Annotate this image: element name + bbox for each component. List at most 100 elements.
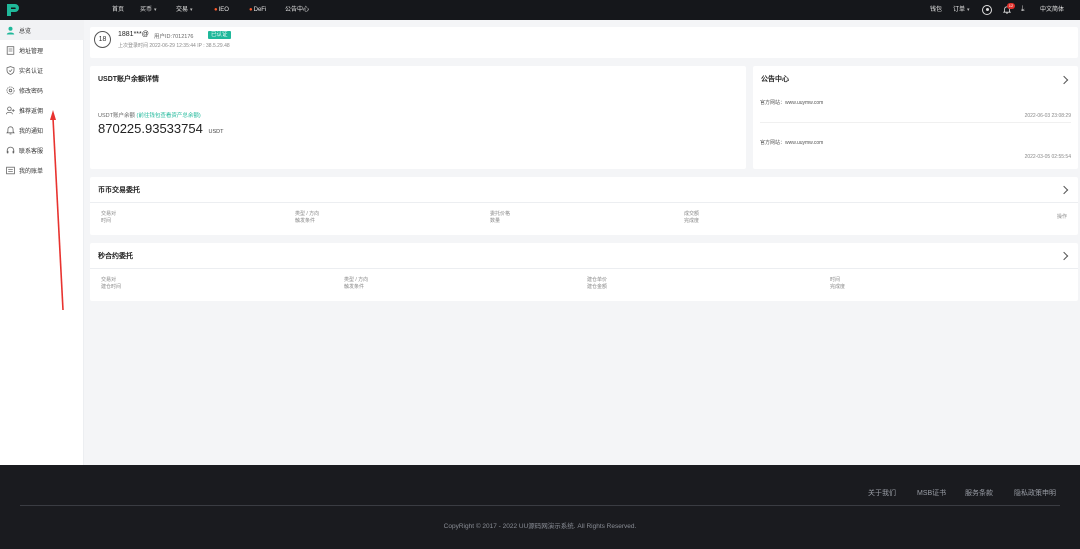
- sidebar-item-support[interactable]: 联系客服: [0, 140, 84, 160]
- divider: [90, 268, 1078, 269]
- sidebar-item-label: 联系客服: [19, 148, 44, 155]
- sidebar-item-notifications[interactable]: 我的通知: [0, 120, 84, 140]
- column-header-top: 交易对: [101, 277, 117, 283]
- headset-icon: [5, 145, 15, 155]
- footer-link-privacy[interactable]: 隐私政策申明: [1014, 488, 1056, 498]
- list-item[interactable]: 官方网站：www.uuymw.com 2022-03-05 02:55:54: [760, 139, 1071, 163]
- fire-icon: ●: [249, 7, 253, 13]
- user-icon: [5, 25, 15, 35]
- sidebar-item-label: 我的通知: [19, 128, 44, 135]
- sidebar-item-label: 修改密码: [19, 88, 44, 95]
- shield-icon: [5, 65, 15, 75]
- table-header-cell: 委托价格 数量: [490, 211, 510, 225]
- avatar[interactable]: 18: [94, 31, 111, 48]
- sidebar-item-label: 实名认证: [19, 68, 44, 75]
- coin-orders-title: 币币交易委托: [98, 187, 140, 194]
- table-header-cell: 交易对 时间: [101, 211, 116, 225]
- nav-buy[interactable]: 买币 ▾: [140, 0, 157, 20]
- notice-text: 官方网站：www.uuymw.com: [760, 140, 824, 146]
- sidebar-item-password[interactable]: 修改密码: [0, 80, 84, 100]
- column-header-bottom: 触发条件: [344, 284, 365, 290]
- annotation-arrow: [50, 110, 64, 311]
- username: 1881***@: [118, 31, 149, 38]
- chevron-down-icon: ▾: [190, 7, 193, 13]
- notice-title: 公告中心: [761, 76, 789, 83]
- bell-icon: [5, 125, 15, 135]
- user-add-icon: [5, 105, 15, 115]
- nav-trade-label: 交易: [176, 7, 189, 13]
- verified-badge: 已认证: [208, 31, 231, 39]
- nav-defi-label: DeFi: [253, 7, 267, 13]
- column-header-bottom: 完成度: [830, 284, 846, 290]
- balance-title: USDT账户余额详情: [98, 76, 160, 83]
- bill-icon: [5, 165, 15, 175]
- column-header-top: 类型 / 方向: [295, 211, 320, 217]
- nav-defi[interactable]: ●DeFi: [249, 0, 266, 20]
- top-navbar: 首页 买币 ▾ 交易 ▾ ●IEO ●DeFi 公告中心 钱包 订单 ▾ 12 ⤓ 中…: [0, 0, 1080, 20]
- chevron-right-icon[interactable]: [1059, 251, 1069, 261]
- sidebar-item-address[interactable]: 地址管理: [0, 40, 84, 60]
- column-header-top: 委托价格: [490, 211, 511, 217]
- sidebar-item-label: 地址管理: [19, 48, 44, 55]
- column-header-bottom: 触发条件: [295, 218, 316, 224]
- notification-badge: 12: [1007, 3, 1015, 9]
- sidebar: 总览 地址管理 实名认证 修改密码 推荐返佣 我的通知 联系客服 我的账单: [0, 20, 84, 465]
- footer: 关于我们 MSB证书 服务条款 隐私政策申明 CopyRight © 2017 …: [0, 465, 1080, 549]
- footer-link-about[interactable]: 关于我们: [868, 488, 896, 498]
- nav-orders-label: 订单: [953, 7, 966, 13]
- nav-trade[interactable]: 交易 ▾: [176, 0, 193, 20]
- table-header-cell: 类型 / 方向 触发条件: [344, 277, 368, 291]
- column-header-top: 时间: [830, 277, 841, 283]
- nav-ieo[interactable]: ●IEO: [214, 0, 229, 20]
- column-header-top: 类型 / 方向: [344, 277, 369, 283]
- table-header-cell: 类型 / 方向 触发条件: [295, 211, 319, 225]
- footer-link-msb[interactable]: MSB证书: [917, 488, 946, 498]
- divider: [90, 202, 1078, 203]
- fire-icon: ●: [214, 7, 218, 13]
- sidebar-item-referral[interactable]: 推荐返佣: [0, 100, 84, 120]
- sidebar-item-label: 我的账单: [19, 168, 44, 175]
- language-selector[interactable]: 中文简体: [1040, 0, 1064, 20]
- nav-wallet[interactable]: 钱包: [930, 0, 942, 20]
- nav-announcements[interactable]: 公告中心: [285, 0, 309, 20]
- nav-orders[interactable]: 订单 ▾: [953, 0, 970, 20]
- balance-card: USDT账户余额详情 USDT账户余额 (前往钱包查看资产总余额) 870225…: [90, 66, 746, 169]
- nav-ieo-label: IEO: [218, 7, 229, 13]
- notice-time: 2022-06-03 23:08:29: [1024, 113, 1071, 119]
- balance-label: USDT账户余额: [98, 113, 135, 119]
- list-item[interactable]: 官方网站：www.uuymw.com 2022-06-03 23:08:29: [760, 99, 1071, 123]
- chevron-down-icon: ▾: [967, 7, 970, 13]
- sidebar-item-bills[interactable]: 我的账单: [0, 160, 84, 180]
- sidebar-item-verification[interactable]: 实名认证: [0, 60, 84, 80]
- last-login-info: 上次登录时间 2022-06-29 12:35:44 IP : 38.5.29.…: [118, 43, 230, 49]
- column-header-top: 操作: [1056, 214, 1067, 220]
- table-header-cell: 时间 完成度: [830, 277, 845, 291]
- column-header-bottom: 建仓金额: [587, 284, 608, 290]
- sidebar-item-overview[interactable]: 总览: [0, 20, 84, 40]
- copyright: CopyRight © 2017 - 2022 UU源码网演示系统. All R…: [443, 523, 637, 530]
- chevron-right-icon[interactable]: [1059, 75, 1069, 85]
- chevron-down-icon: ▾: [154, 7, 157, 13]
- column-header-top: 建仓单价: [587, 277, 608, 283]
- wallet-link[interactable]: (前往钱包查看资产总余额): [137, 113, 201, 119]
- notice-card: 公告中心 官方网站：www.uuymw.com 2022-06-03 23:08…: [753, 66, 1078, 169]
- logo-icon[interactable]: [4, 2, 20, 18]
- balance-value: 870225.93533754: [98, 121, 203, 136]
- column-header-top: 成交额: [684, 211, 700, 217]
- table-header-cell: 成交额 完成度: [684, 211, 699, 225]
- gear-icon: [5, 85, 15, 95]
- chevron-right-icon[interactable]: [1059, 185, 1069, 195]
- second-contract-card: 秒合约委托 交易对 建仓时间 类型 / 方向 触发条件 建仓单价 建仓金额 时间 完成度: [90, 243, 1078, 301]
- column-header-bottom: 时间: [101, 218, 112, 224]
- download-icon[interactable]: ⤓: [1021, 4, 1025, 14]
- nav-home[interactable]: 首页: [112, 0, 124, 20]
- footer-link-terms[interactable]: 服务条款: [965, 488, 993, 498]
- column-header-bottom: 完成度: [684, 218, 700, 224]
- notice-time: 2022-03-05 02:55:54: [1024, 154, 1071, 160]
- table-header-cell: 交易对 建仓时间: [101, 277, 121, 291]
- column-header-bottom: 建仓时间: [101, 284, 122, 290]
- user-icon[interactable]: [982, 5, 992, 15]
- document-icon: [5, 45, 15, 55]
- user-id: 用户ID:7012176: [154, 34, 194, 40]
- user-info-card: 18 1881***@ 用户ID:7012176 已认证 上次登录时间 2022…: [90, 27, 1078, 58]
